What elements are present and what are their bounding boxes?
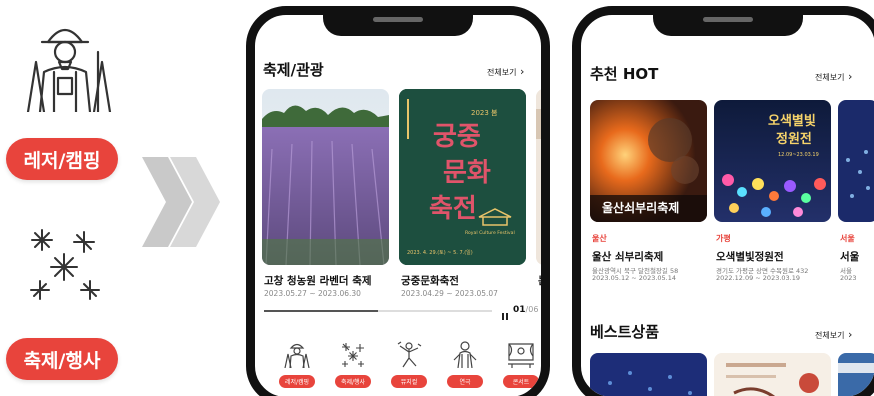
- dancer-icon[interactable]: [394, 340, 424, 368]
- legend-pill-leisure: 레저/캠핑: [6, 138, 118, 180]
- card-title[interactable]: 서울: [840, 249, 859, 264]
- svg-text:문화: 문화: [443, 158, 491, 188]
- phone-notch: [653, 15, 803, 36]
- section-title: 축제/관광: [263, 61, 324, 79]
- hiker-icon[interactable]: [282, 340, 312, 369]
- view-all-link[interactable]: 전체보기: [487, 65, 524, 78]
- pager-current: 01: [513, 305, 526, 315]
- card-title[interactable]: 논: [538, 273, 541, 288]
- view-all-link[interactable]: 전체보기: [815, 328, 852, 341]
- section-title: 추천 HOT: [590, 65, 659, 83]
- hiker-icon: [18, 12, 113, 114]
- double-chevron-right-icon: [140, 157, 220, 251]
- pause-icon[interactable]: [501, 306, 509, 320]
- poster-year: 2023 봄: [471, 109, 498, 117]
- pager-progress-fill: [264, 310, 378, 312]
- card-overlay-info: 12.09~23.03.19: [778, 152, 819, 158]
- theater-icon[interactable]: [450, 340, 480, 369]
- card-image-light-garden[interactable]: 오색별빛 정원전 12.09~23.03.19: [714, 100, 831, 222]
- best-product-image[interactable]: [838, 353, 874, 396]
- card-date: 2022.12.09 ~ 2023.03.19: [716, 274, 801, 282]
- view-all-link[interactable]: 전체보기: [815, 70, 852, 83]
- card-region: 서울: [840, 234, 855, 243]
- category-pill[interactable]: 레저/캠핑: [279, 375, 315, 388]
- fireworks-icon: [22, 222, 107, 307]
- card-image-partial[interactable]: [838, 100, 874, 222]
- phone-festival-tour: 축제/관광 전체보기 고창 청농원 라벤더 축제 2023.05.27 ~ 20…: [246, 6, 550, 396]
- card-image-poster[interactable]: 2023 봄 궁중 문화 축전 Royal Culture Festival 2…: [399, 89, 526, 265]
- card-image-ulsan[interactable]: 울산쇠부리축제: [590, 100, 707, 222]
- card-overlay-line1: 오색별빛: [768, 113, 816, 129]
- phone-recommend-hot: 추천 HOT 전체보기 울산쇠부리축제 울산 울산 쇠부리축제 울산광역시 북구…: [572, 6, 874, 396]
- pager-total: /06: [525, 305, 539, 314]
- fireworks-icon[interactable]: [338, 340, 368, 368]
- card-region: 울산: [592, 234, 607, 243]
- legend-pill-festival: 축제/행사: [6, 338, 118, 380]
- card-region: 가평: [716, 234, 731, 243]
- card-title[interactable]: 고창 청농원 라벤더 축제: [264, 273, 372, 288]
- card-date: 2023.05.12 ~ 2023.05.14: [592, 274, 677, 282]
- card-overlay-line2: 정원전: [776, 131, 812, 147]
- best-product-image[interactable]: [590, 353, 707, 396]
- card-date: 2023: [840, 274, 857, 282]
- category-pill[interactable]: 축제/행사: [335, 375, 371, 388]
- card-image-lavender[interactable]: [262, 89, 389, 265]
- category-pill[interactable]: 뮤지컬: [391, 375, 427, 388]
- best-section-title: 베스트상품: [590, 323, 660, 341]
- concert-icon[interactable]: [506, 340, 536, 368]
- card-title[interactable]: 오색별빛정원전: [716, 249, 784, 264]
- pager-counter: 01/06: [513, 305, 538, 315]
- card-image-partial[interactable]: [536, 89, 541, 265]
- category-pill[interactable]: 콘서트: [503, 375, 539, 388]
- poster-date: 2023. 4. 29.(토) ~ 5. 7.(일): [407, 249, 473, 256]
- svg-text:궁중: 궁중: [433, 122, 481, 152]
- phone-notch: [323, 15, 473, 36]
- card-title[interactable]: 울산 쇠부리축제: [592, 249, 663, 264]
- category-pill[interactable]: 연극: [447, 375, 483, 388]
- card-date: 2023.05.27 ~ 2023.06.30: [264, 289, 361, 298]
- card-title[interactable]: 궁중문화축전: [401, 273, 459, 288]
- card-date: 2023.04.29 ~ 2023.05.07: [401, 289, 498, 298]
- pager-progress-track: [264, 310, 492, 312]
- best-product-image[interactable]: [714, 353, 831, 396]
- card-overlay-title: 울산쇠부리축제: [602, 200, 679, 215]
- poster-subtitle: Royal Culture Festival: [465, 230, 515, 236]
- svg-text:축전: 축전: [429, 194, 477, 224]
